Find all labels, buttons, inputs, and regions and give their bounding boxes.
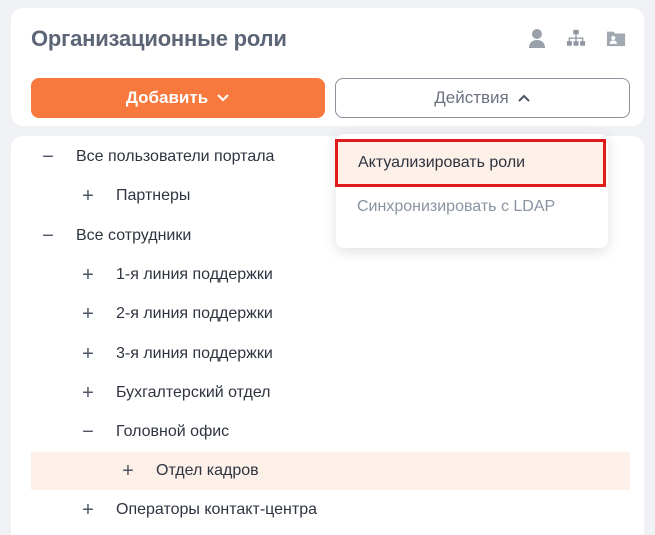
org-structure-icon[interactable] [566, 27, 586, 49]
tree-row-label[interactable]: 3-я линия поддержки [116, 345, 273, 363]
expand-icon[interactable]: + [80, 500, 96, 520]
collapse-icon[interactable]: − [80, 422, 96, 442]
tree-row-label[interactable]: Головной офис [116, 423, 229, 441]
tree-row-label[interactable]: Бухгалтерский отдел [116, 384, 271, 402]
tree-row[interactable]: + Операторы контакт-центра [0, 491, 655, 529]
tree-row-selected[interactable]: + Отдел кадров [31, 452, 630, 490]
page: Организационные роли Добавить Действия −… [0, 0, 655, 535]
tree-row-label[interactable]: Все сотрудники [76, 227, 191, 245]
add-button-label: Добавить [125, 88, 209, 107]
tree-row-label[interactable]: Операторы контакт-центра [116, 501, 317, 519]
menu-item-sync-ldap[interactable]: Синхронизировать с LDAP [357, 198, 555, 216]
page-title: Организационные роли [31, 26, 287, 51]
tree-row[interactable]: + 1-я линия поддержки [0, 256, 655, 294]
chevron-up-icon [518, 94, 530, 102]
tree-row[interactable]: + 3-я линия поддержки [0, 335, 655, 373]
user-icon[interactable] [527, 27, 547, 49]
folder-user-icon[interactable] [606, 27, 626, 49]
tree-row[interactable]: + Бухгалтерский отдел [0, 374, 655, 412]
collapse-icon[interactable]: − [40, 226, 56, 246]
menu-item-label: Актуализировать роли [358, 154, 526, 171]
collapse-icon[interactable]: − [40, 147, 56, 167]
expand-icon[interactable]: + [80, 186, 96, 206]
expand-icon[interactable]: + [120, 461, 136, 481]
tree-row[interactable]: + 2-я линия поддержки [0, 295, 655, 333]
expand-icon[interactable]: + [80, 304, 96, 324]
tree-row-label[interactable]: Отдел кадров [156, 462, 259, 480]
chevron-down-icon [217, 94, 229, 102]
expand-icon[interactable]: + [80, 383, 96, 403]
expand-icon[interactable]: + [80, 344, 96, 364]
tree-row-label[interactable]: Все пользователи портала [76, 148, 274, 166]
menu-item-update-roles[interactable]: Актуализировать роли [335, 139, 606, 187]
expand-icon[interactable]: + [80, 265, 96, 285]
tree-row[interactable]: − Головной офис [0, 413, 655, 451]
tree-row-label[interactable]: 1-я линия поддержки [116, 266, 273, 284]
tree-row-label[interactable]: 2-я линия поддержки [116, 305, 273, 323]
actions-button-label: Действия [434, 88, 509, 107]
tree-row-label[interactable]: Партнеры [116, 187, 190, 205]
add-button[interactable]: Добавить [31, 78, 325, 118]
actions-button[interactable]: Действия [335, 78, 630, 118]
